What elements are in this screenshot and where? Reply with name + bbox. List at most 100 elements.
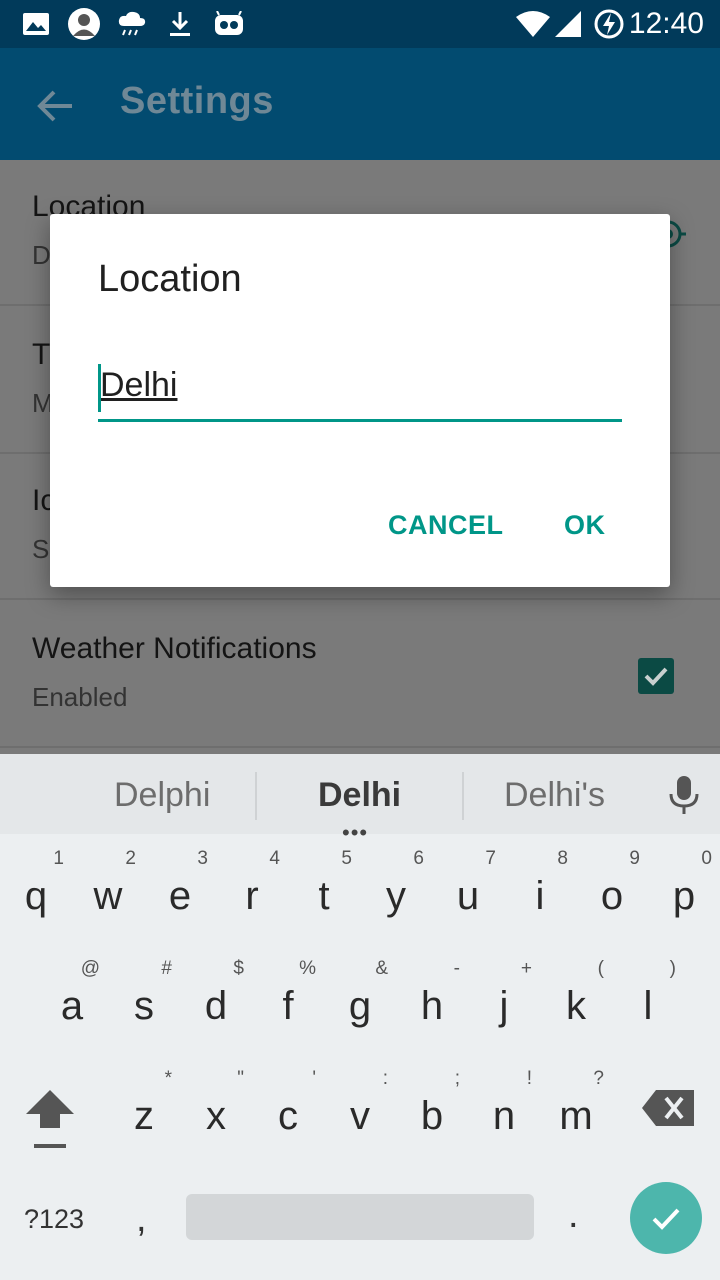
key-r[interactable]: 4r [216,848,288,952]
soft-keyboard: Delphi Delhi ••• Delhi's 1q2w3e4r5t6y7u8… [0,754,720,1280]
comma-key[interactable]: , [136,1198,147,1241]
key-l[interactable]: ) l [612,958,684,1062]
suggestion-divider [255,772,257,820]
key-hint: + [520,958,532,979]
key-s[interactable]: # s [108,958,180,1062]
key-e[interactable]: 3e [144,848,216,952]
download-icon [166,0,194,48]
key-label: a [60,984,84,1028]
key-label: r [245,874,259,918]
ok-button[interactable]: OK [564,510,606,541]
key-hint: 5 [341,848,352,869]
key-label: s [134,984,154,1028]
app-bar: Settings [0,48,720,160]
key-v[interactable]: :v [324,1068,396,1172]
key-c[interactable]: ' c [252,1068,324,1172]
check-icon [652,1208,680,1230]
key-hint: 0 [701,848,712,869]
key-hint: * [164,1068,172,1089]
location-input[interactable] [98,360,622,422]
key-h[interactable]: -h [396,958,468,1062]
key-label: g [348,984,372,1028]
key-hint: $ [233,958,244,979]
signal-icon [552,0,584,48]
enter-key[interactable] [630,1182,702,1254]
rain-cloud-icon [116,0,148,48]
key-o[interactable]: 9o [576,848,648,952]
key-label: i [535,874,545,918]
key-hint: 1 [53,848,64,869]
pref-weather-notifications[interactable]: Weather Notifications Enabled [0,602,720,748]
text-cursor [98,364,101,412]
key-d[interactable]: $ d [180,958,252,1062]
key-hint: 8 [557,848,568,869]
key-k[interactable]: (k [540,958,612,1062]
cyanogen-icon [212,0,246,48]
key-hint: @ [80,958,100,979]
key-i[interactable]: 8i [504,848,576,952]
key-hint: % [299,958,316,979]
pref-title: T [32,338,51,371]
key-hint: # [161,958,172,979]
backspace-icon[interactable] [640,1088,696,1128]
key-n[interactable]: ! n [468,1068,540,1172]
key-label: h [420,984,444,1028]
battery-charging-icon [592,0,626,48]
key-hint: ? [593,1068,604,1089]
dialog-title: Location [98,258,242,300]
space-key[interactable] [186,1194,534,1240]
key-hint: : [382,1068,388,1089]
key-u[interactable]: 7u [432,848,504,952]
suggestion-strip: Delphi Delhi ••• Delhi's [0,754,720,845]
key-hint: ! [526,1068,532,1089]
key-p[interactable]: 0p [648,848,720,952]
key-f[interactable]: % f [252,958,324,1062]
key-q[interactable]: 1q [0,848,72,952]
key-label: c [278,1094,298,1138]
wifi-icon [514,0,552,48]
suggestion-right[interactable]: Delhi's [504,776,605,815]
key-m[interactable]: ? m [540,1068,612,1172]
key-a[interactable]: @ a [36,958,108,1062]
key-g[interactable]: & g [324,958,396,1062]
shift-icon[interactable] [20,1084,80,1154]
suggestion-center[interactable]: Delhi [318,776,401,815]
key-hint: 4 [269,848,280,869]
back-arrow-icon[interactable] [28,78,84,134]
key-b[interactable]: ; b [396,1068,468,1172]
notifications-checkbox[interactable] [638,658,674,694]
key-label: d [204,984,228,1028]
period-key[interactable]: . [568,1194,579,1237]
key-label: n [492,1094,516,1138]
key-label: v [350,1094,370,1138]
cancel-button[interactable]: CANCEL [388,510,504,541]
key-hint: & [375,958,388,979]
key-z[interactable]: * z [108,1068,180,1172]
key-label: w [93,874,123,918]
key-hint: ) [669,958,676,979]
key-label: b [420,1094,444,1138]
pref-title: Weather Notifications [32,632,317,665]
key-t[interactable]: 5t [288,848,360,952]
pref-summary: D [32,240,51,270]
key-label: y [386,874,406,918]
microphone-icon[interactable] [664,774,704,818]
pref-summary: S [32,534,50,564]
key-x[interactable]: " x [180,1068,252,1172]
key-hint: 6 [413,848,424,869]
key-label: t [318,874,330,918]
key-y[interactable]: 6y [360,848,432,952]
avatar-icon [66,0,102,48]
key-hint: " [237,1068,244,1089]
key-j[interactable]: + j [468,958,540,1062]
key-label: q [24,874,48,918]
key-label: u [456,874,480,918]
suggestion-more-dots: ••• [342,820,369,845]
key-hint: 2 [125,848,136,869]
symbols-key[interactable]: ?123 [24,1204,84,1235]
key-w[interactable]: 2w [72,848,144,952]
pref-summary: Enabled [32,682,128,712]
key-hint: 7 [485,848,496,869]
key-hint: 9 [629,848,640,869]
suggestion-left[interactable]: Delphi [114,776,210,815]
